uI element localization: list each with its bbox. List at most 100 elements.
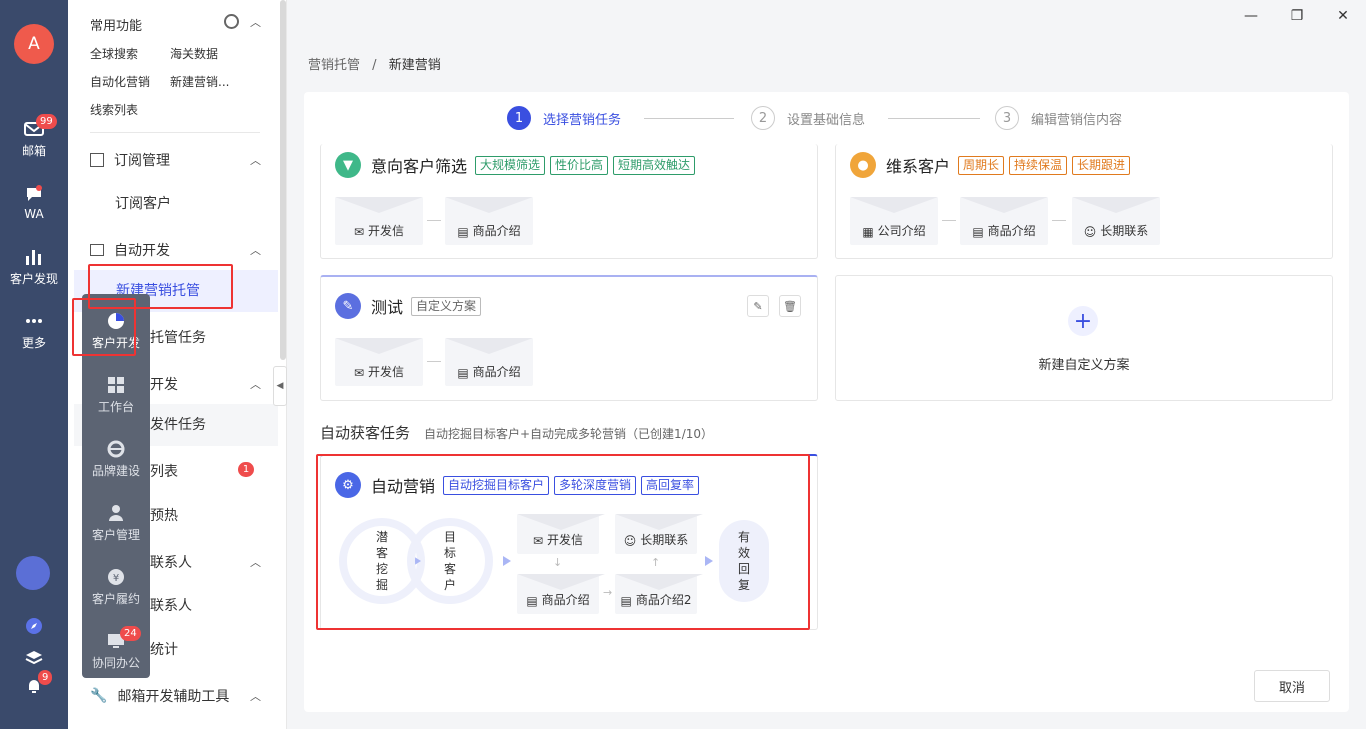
step-number: 3 xyxy=(995,106,1019,130)
ie-icon xyxy=(107,440,125,458)
fav-new-marketing[interactable]: 新建营销... xyxy=(170,73,229,90)
section-label: 自动开发 xyxy=(114,243,170,259)
yen-icon: ¥ xyxy=(108,569,124,585)
card-title: 意向客户筛选 xyxy=(371,157,468,176)
flyout-brand[interactable]: 品牌建设 xyxy=(82,440,150,479)
envelope-product: ▤ 商品介绍 xyxy=(960,197,1048,245)
step-number: 1 xyxy=(507,106,531,130)
sidebar-item-warmup[interactable]: 预热 xyxy=(150,505,178,525)
envelope-dev-letter: ✉ 开发信 xyxy=(335,197,423,245)
divider xyxy=(90,132,260,133)
section-dev[interactable]: 开发 ︿ xyxy=(150,374,261,394)
envelope-dev-letter: ✉ 开发信 xyxy=(335,338,423,386)
rail-discover-label: 客户发现 xyxy=(9,272,58,286)
flyout-label: 工作台 xyxy=(97,400,134,414)
delete-icon[interactable]: 🗑 xyxy=(779,295,801,317)
rail-more[interactable]: 更多 xyxy=(0,312,68,351)
section-auto-dev[interactable]: 自动开发 ︿ xyxy=(90,240,261,260)
bell-icon[interactable]: 9 xyxy=(24,670,53,696)
chevron-up-icon: ︿ xyxy=(250,244,261,257)
step-3: 3 编辑营销信内容 xyxy=(995,106,1122,130)
rail-mail-label: 邮箱 xyxy=(21,144,46,158)
flyout-fulfilment[interactable]: ¥ 客户履约 xyxy=(82,568,150,607)
mail-icon: ✉ xyxy=(353,366,365,380)
rail-mail[interactable]: 99 邮箱 xyxy=(0,114,68,159)
card-maintain[interactable]: ● 维系客户 周期长 持续保温 长期跟进 ▦ 公司介绍 ▤ 商品介绍 ☺ 长期联系 xyxy=(835,144,1333,259)
fav-leads[interactable]: 线索列表 xyxy=(90,101,138,118)
restore-button[interactable]: ❐ xyxy=(1274,0,1320,32)
card-intent-filter[interactable]: ▼ 意向客户筛选 大规模筛选 性价比高 短期高效触达 ✉ 开发信 ▤ 商品介绍 xyxy=(320,144,818,259)
step-line xyxy=(644,118,734,119)
card-title: 测试 xyxy=(371,298,404,317)
new-custom-label: 新建自定义方案 xyxy=(1038,358,1130,373)
mail-outline-icon xyxy=(90,244,104,256)
list-badge: 1 xyxy=(238,462,254,477)
minimize-button[interactable]: — xyxy=(1228,0,1274,32)
tag: 性价比高 xyxy=(550,155,609,175)
section-contacts[interactable]: 联系人 ︿ xyxy=(150,552,261,572)
envelope-label: 商品介绍 xyxy=(472,224,521,238)
connector xyxy=(942,220,956,221)
doc-icon: ▤ xyxy=(457,225,469,239)
chevron-up-icon: ︿ xyxy=(250,378,261,391)
flyout-workbench[interactable]: 工作台 xyxy=(82,376,150,415)
sidebar-item-list[interactable]: 列表 xyxy=(150,461,178,481)
flyout-customer-mgmt[interactable]: 客户管理 xyxy=(82,504,150,543)
sidebar-scrollbar[interactable] xyxy=(280,0,286,360)
layers-icon[interactable] xyxy=(24,648,44,668)
avatar[interactable]: A xyxy=(14,24,54,64)
sidebar-item-subscribers[interactable]: 订阅客户 xyxy=(115,193,171,213)
chevron-up-icon: ︿ xyxy=(250,154,261,167)
envelope-product: ▤ 商品介绍 xyxy=(445,197,533,245)
section-label: 联系人 xyxy=(150,555,192,571)
more-dots-icon xyxy=(24,312,44,330)
tag: 大规模筛选 xyxy=(475,155,546,175)
envelope-label: 公司介绍 xyxy=(877,224,926,238)
sidebar-item-hosting-tasks[interactable]: 托管任务 xyxy=(150,327,206,347)
folder-icon[interactable] xyxy=(16,556,50,590)
compass-icon[interactable] xyxy=(24,616,44,636)
step-label: 设置基础信息 xyxy=(787,112,866,128)
bar-chart-icon xyxy=(24,248,44,266)
card-new-custom[interactable]: + 新建自定义方案 xyxy=(835,275,1333,401)
cancel-button[interactable]: 取消 xyxy=(1254,670,1330,702)
fav-global-search[interactable]: 全球搜索 xyxy=(90,45,138,62)
section-subscription[interactable]: 订阅管理 ︿ xyxy=(90,150,261,170)
collapse-sidebar-button[interactable]: ◀ xyxy=(273,366,287,406)
mail-icon: ✉ xyxy=(353,225,365,239)
chat-icon xyxy=(24,185,44,203)
fav-customs[interactable]: 海关数据 xyxy=(170,45,218,62)
chevron-up-icon[interactable]: ︿ xyxy=(250,14,261,30)
svg-text:¥: ¥ xyxy=(113,573,119,584)
mail-badge: 99 xyxy=(36,114,57,129)
step-1: 1 选择营销任务 xyxy=(507,106,621,130)
auto-section-title: 自动获客任务 xyxy=(320,424,411,442)
card-test[interactable]: ✎ 测试 自定义方案 ✎ 🗑 ✉ 开发信 ▤ 商品介绍 xyxy=(320,275,818,401)
subscription-icon xyxy=(90,153,104,167)
rail-wa[interactable]: WA xyxy=(0,185,68,221)
breadcrumb-root[interactable]: 营销托管 xyxy=(308,58,360,73)
section-tools[interactable]: 🔧 邮箱开发辅助工具 ︿ xyxy=(90,686,261,706)
user-icon xyxy=(109,505,123,521)
section-label: 邮箱开发辅助工具 xyxy=(117,689,230,705)
bell-badge: 9 xyxy=(38,670,53,685)
envelope-company: ▦ 公司介绍 xyxy=(850,197,938,245)
section-label: 开发 xyxy=(150,377,178,393)
chevron-up-icon: ︿ xyxy=(250,690,261,703)
edit-icon[interactable]: ✎ xyxy=(747,295,769,317)
fav-title: 常用功能 xyxy=(90,19,143,34)
rail-discover[interactable]: 客户发现 xyxy=(0,248,68,287)
envelope-long-contact: ☺ 长期联系 xyxy=(1072,197,1160,245)
flyout-office[interactable]: 24 协同办公 xyxy=(82,626,150,671)
sidebar-item-stats[interactable]: 统计 xyxy=(150,639,178,659)
rail-wa-label: WA xyxy=(24,207,44,221)
window-controls: — ❐ ✕ xyxy=(1228,0,1366,32)
settings-icon[interactable] xyxy=(224,14,239,29)
sidebar-item-contacts[interactable]: 联系人 xyxy=(150,595,192,615)
close-button[interactable]: ✕ xyxy=(1320,0,1366,32)
connector xyxy=(427,361,441,362)
fav-auto-marketing[interactable]: 自动化营销 xyxy=(90,73,150,90)
envelope-label: 开发信 xyxy=(368,224,405,238)
tag: 持续保温 xyxy=(1009,155,1068,175)
connector xyxy=(427,220,441,221)
